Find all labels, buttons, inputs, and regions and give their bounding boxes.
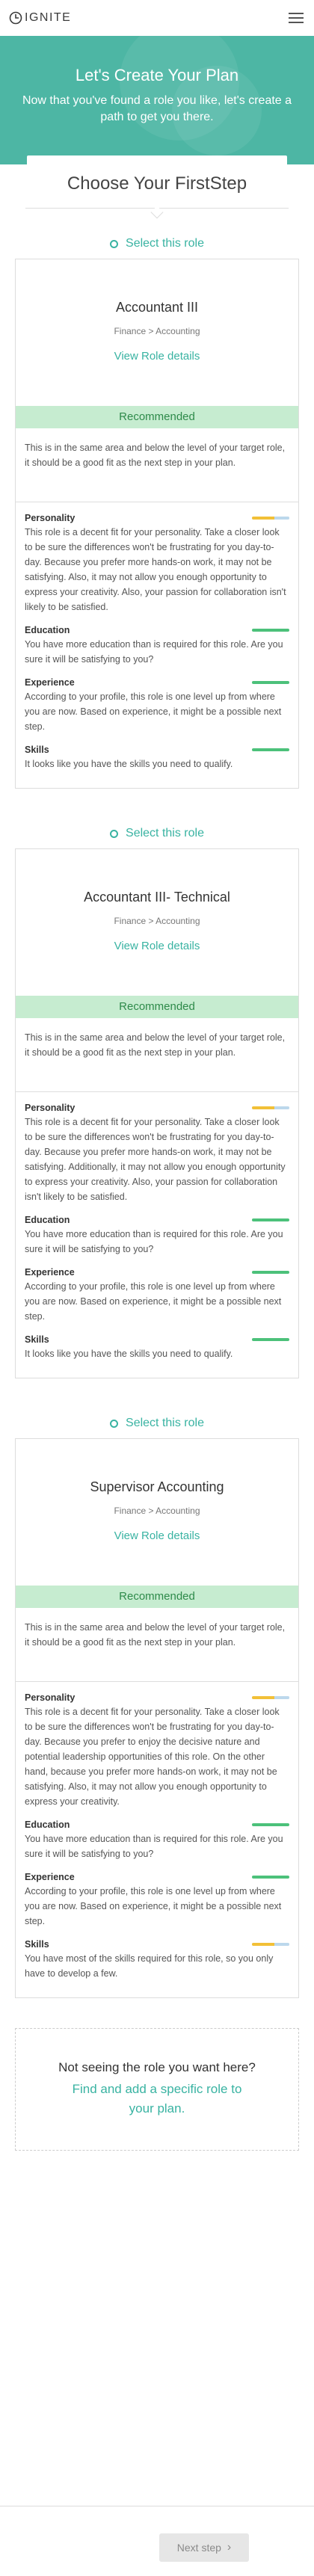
factor-description: You have more education than is required…	[25, 639, 283, 665]
role-list: Select this role Accountant III Finance …	[0, 229, 314, 1998]
fit-factor: Education You have more education than i…	[25, 1818, 289, 1861]
factor-description: You have more education than is required…	[25, 1834, 283, 1859]
role-title: Accountant III	[115, 300, 199, 315]
fit-factor: Personality This role is a decent fit fo…	[25, 1101, 289, 1204]
role-path: Finance > Accounting	[114, 1506, 200, 1516]
fit-level-bar	[252, 1876, 289, 1879]
select-role-option[interactable]: Select this role	[15, 1408, 299, 1438]
brand-name: IGNITE	[25, 11, 72, 24]
section-divider	[25, 203, 289, 219]
ignite-logo-icon	[9, 11, 22, 25]
fit-level-bar	[252, 1271, 289, 1274]
role-option: Select this role Accountant III- Technic…	[15, 819, 299, 1378]
fit-factor: Experience According to your profile, th…	[25, 1266, 289, 1324]
fit-level-bar	[252, 517, 289, 520]
fit-factors: Personality This role is a decent fit fo…	[16, 1682, 298, 1997]
factor-name: Education	[25, 1819, 70, 1830]
find-role-link[interactable]: Find and add a specific role to your pla…	[16, 2080, 298, 2119]
chevron-right-icon: ›	[227, 2541, 232, 2554]
fit-factor: Experience According to your profile, th…	[25, 1870, 289, 1929]
role-title: Accountant III- Technical	[84, 890, 230, 905]
fit-level-bar	[252, 748, 289, 751]
next-step-label: Next step	[176, 2542, 221, 2554]
hero-subtitle: Now that you've found a role you like, l…	[22, 94, 292, 123]
role-card: Supervisor Accounting Finance > Accounti…	[15, 1438, 299, 1998]
factor-description: You have more education than is required…	[25, 1229, 283, 1254]
fit-level-bar	[252, 1696, 289, 1699]
view-role-details-link[interactable]: View Role details	[25, 1529, 289, 1542]
role-path: Finance > Accounting	[114, 326, 200, 336]
fit-factor: Education You have more education than i…	[25, 1213, 289, 1257]
factor-name: Personality	[25, 513, 76, 523]
fit-factor: Skills You have most of the skills requi…	[25, 1938, 289, 1981]
factor-name: Skills	[25, 1939, 49, 1950]
fit-factor: Skills It looks like you have the skills…	[25, 743, 289, 771]
next-step-button[interactable]: Next step ›	[159, 2533, 249, 2562]
fit-level-bar	[252, 1106, 289, 1109]
role-title: Supervisor Accounting	[90, 1479, 224, 1494]
fit-level-bar	[252, 1823, 289, 1826]
fit-level-bar	[252, 1338, 289, 1341]
radio-button-icon[interactable]	[110, 239, 119, 248]
role-option: Select this role Accountant III Finance …	[15, 229, 299, 789]
section-title: Choose Your FirstStep	[67, 173, 247, 194]
select-role-option[interactable]: Select this role	[15, 819, 299, 848]
fit-level-bar	[252, 1218, 289, 1221]
fit-factor: Education You have more education than i…	[25, 623, 289, 667]
factor-description: According to your profile, this role is …	[25, 1886, 282, 1926]
factor-name: Experience	[25, 1872, 75, 1882]
factor-description: According to your profile, this role is …	[25, 1281, 282, 1322]
factor-description: This role is a decent fit for your perso…	[25, 527, 286, 612]
factor-name: Experience	[25, 677, 75, 688]
role-option: Select this role Supervisor Accounting F…	[15, 1408, 299, 1998]
select-role-option[interactable]: Select this role	[15, 229, 299, 259]
factor-description: It looks like you have the skills you ne…	[25, 1349, 233, 1359]
view-role-details-link[interactable]: View Role details	[25, 940, 289, 952]
fit-factors: Personality This role is a decent fit fo…	[16, 1092, 298, 1378]
radio-button-icon[interactable]	[110, 1419, 119, 1428]
not-seeing-question: Not seeing the role you want here?	[58, 2060, 256, 2074]
factor-name: Skills	[25, 745, 49, 755]
factor-name: Personality	[25, 1692, 76, 1703]
role-card: Accountant III- Technical Finance > Acco…	[15, 848, 299, 1378]
factor-name: Education	[25, 625, 70, 635]
recommended-badge: Recommended	[16, 406, 298, 428]
factor-description: It looks like you have the skills you ne…	[25, 759, 233, 769]
factor-name: Skills	[25, 1334, 49, 1345]
recommendation-summary: This is in the same area and below the l…	[25, 1622, 286, 1648]
fit-factors: Personality This role is a decent fit fo…	[16, 502, 298, 788]
select-role-label: Select this role	[126, 827, 204, 839]
select-role-label: Select this role	[126, 237, 204, 250]
footer-bar: Next step ›	[0, 2506, 314, 2576]
role-card: Accountant III Finance > Accounting View…	[15, 259, 299, 789]
not-seeing-box: Not seeing the role you want here? Find …	[15, 2028, 299, 2151]
recommendation-summary: This is in the same area and below the l…	[25, 443, 286, 468]
role-path: Finance > Accounting	[114, 916, 200, 926]
fit-level-bar	[252, 681, 289, 684]
recommendation-summary: This is in the same area and below the l…	[25, 1032, 286, 1058]
fit-factor: Experience According to your profile, th…	[25, 676, 289, 734]
menu-icon[interactable]	[289, 13, 304, 23]
fit-factor: Skills It looks like you have the skills…	[25, 1333, 289, 1361]
fit-level-bar	[252, 1943, 289, 1946]
view-role-details-link[interactable]: View Role details	[25, 350, 289, 363]
recommended-badge: Recommended	[16, 1586, 298, 1608]
factor-name: Personality	[25, 1103, 76, 1113]
radio-button-icon[interactable]	[110, 829, 119, 838]
hero-banner: Let's Create Your Plan Now that you've f…	[0, 36, 314, 164]
factor-description: You have most of the skills required for…	[25, 1953, 274, 1979]
fit-level-bar	[252, 629, 289, 632]
factor-name: Education	[25, 1215, 70, 1225]
brand-logo[interactable]: IGNITE	[9, 11, 71, 25]
select-role-label: Select this role	[126, 1417, 204, 1429]
fit-factor: Personality This role is a decent fit fo…	[25, 1691, 289, 1809]
recommended-badge: Recommended	[16, 996, 298, 1018]
factor-description: According to your profile, this role is …	[25, 691, 282, 732]
factor-description: This role is a decent fit for your perso…	[25, 1117, 286, 1202]
hero-title: Let's Create Your Plan	[75, 66, 239, 84]
factor-name: Experience	[25, 1267, 75, 1278]
factor-description: This role is a decent fit for your perso…	[25, 1707, 280, 1807]
top-bar: IGNITE	[0, 0, 314, 36]
fit-factor: Personality This role is a decent fit fo…	[25, 511, 289, 614]
